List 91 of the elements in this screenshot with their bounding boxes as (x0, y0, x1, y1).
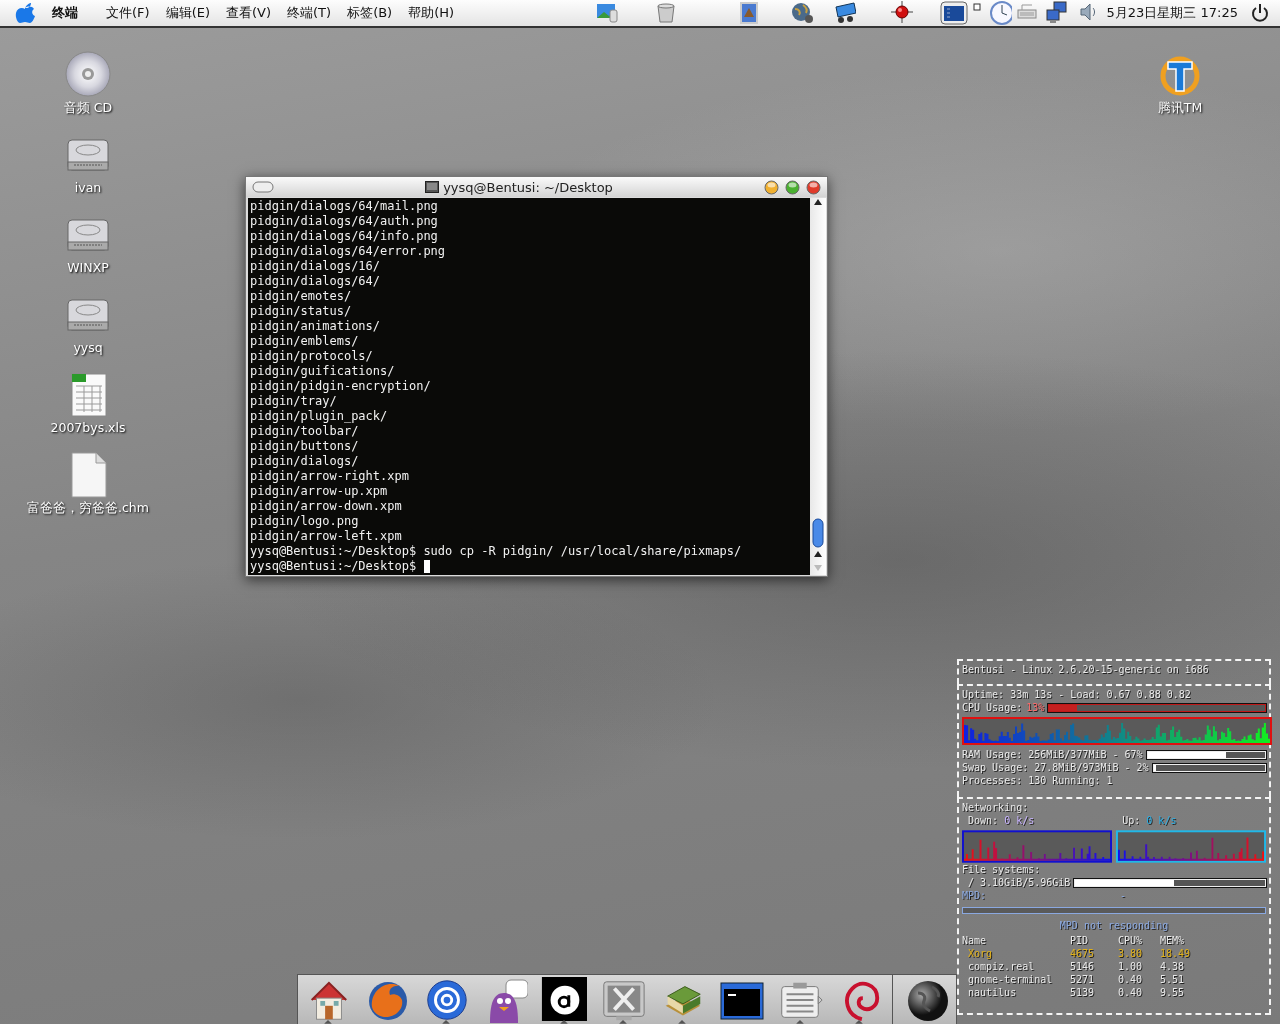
window-icon[interactable] (939, 1, 968, 25)
disk-usage-text: / 3.10GiB/5.96GiB (968, 876, 1071, 889)
close-button[interactable] (806, 179, 821, 195)
process-cell-text: 1.00 (1118, 960, 1144, 973)
trash-icon[interactable] (654, 1, 677, 25)
column-header: Name (962, 934, 988, 947)
terminal-line: pidgin/emblems/ (250, 334, 359, 349)
terminal-icon (425, 181, 440, 193)
process-cell-text: 5146 (1070, 960, 1096, 973)
process-cell-text: 18.49 (1160, 947, 1192, 960)
menu-item[interactable]: 帮助(H) (406, 2, 457, 24)
network-icon[interactable] (1045, 1, 1068, 25)
terminal-line: pidgin/emotes/ (250, 289, 352, 304)
terminal-line: pidgin/animations/ (250, 319, 381, 334)
processes-text: Processes: 130 Running: 1 (962, 774, 1114, 787)
process-cell-text: Xorg (967, 947, 994, 960)
terminal-line: pidgin/logo.png (250, 514, 359, 529)
terminal-line: pidgin/arrow-up.xpm (250, 484, 388, 499)
process-cell-text: compiz.real (967, 960, 1036, 973)
process-cell-text: 4.38 (1160, 960, 1186, 973)
menu-item[interactable]: 查看(V) (224, 2, 274, 24)
letter-a-icon[interactable] (540, 977, 587, 1022)
scroll-thumb[interactable] (812, 518, 824, 548)
ram-usage-text: RAM Usage: 256MiB/377MiB - 67% (962, 748, 1143, 761)
column-header: CPU% (1118, 934, 1144, 947)
cpu-value: 13% (1026, 701, 1045, 714)
terminal-line: pidgin/arrow-down.xpm (250, 499, 402, 514)
shade-button-icon[interactable] (252, 181, 274, 193)
cd-icon[interactable] (64, 50, 112, 98)
apple-logo-icon[interactable] (15, 2, 35, 24)
process-cell-text: 9.55 (1160, 986, 1186, 999)
process-cell-text: 5271 (1070, 973, 1096, 986)
terminal-line: pidgin/guifications/ (250, 364, 395, 379)
scroll-up-icon[interactable] (813, 550, 823, 558)
mpd-value: - (1120, 889, 1127, 902)
menu-item[interactable]: 文件(F) (104, 2, 152, 24)
menu-item[interactable]: 标签(B) (345, 2, 395, 24)
process-cell-text: 0.40 (1118, 986, 1144, 999)
swap-usage-text: Swap Usage: 27.8MiB/973MiB - 2% (962, 761, 1149, 774)
process-cell-text: 0.40 (1118, 973, 1144, 986)
uptime-text: Uptime: 33m 13s - Load: 0.67 0.88 0.82 (962, 688, 1192, 701)
terminal-line: pidgin/dialogs/64/ (250, 274, 381, 289)
cursor (424, 560, 431, 573)
menu-item[interactable]: 编辑(E) (163, 2, 212, 24)
image-icon[interactable] (595, 1, 618, 25)
icon-label[interactable]: 富爸爸，穷爸爸.chm (27, 500, 149, 517)
maximize-button[interactable] (785, 179, 800, 195)
terminal-line: yysq@Bentusi:~/Desktop$ sudo cp -R pidgin/ /usr/local/share/pixmaps/ (250, 544, 742, 559)
process-cell-text: 3.80 (1118, 947, 1144, 960)
system-info: Bentusi - Linux 2.6.20-15-generic on i686 (962, 663, 1210, 676)
upload-speed: Up: 0 k/s (1122, 814, 1177, 827)
terminal-line: pidgin/dialogs/64/info.png (250, 229, 438, 244)
app-name[interactable]: 终端 (52, 4, 78, 22)
process-cell-text: 5139 (1070, 986, 1096, 999)
terminal-line: pidgin/arrow-right.xpm (250, 469, 409, 484)
terminal-line: pidgin/protocols/ (250, 349, 373, 364)
window-title: yysq@Bentusi: ~/Desktop (443, 179, 613, 195)
terminal-line: pidgin/dialogs/64/mail.png (250, 199, 438, 214)
minimize-button[interactable] (764, 179, 779, 195)
stamp-icon[interactable] (737, 1, 760, 25)
terminal-line: pidgin/toolbar/ (250, 424, 359, 439)
terminal-line: pidgin/status/ (250, 304, 352, 319)
download-speed: Down: 0 k/s (968, 814, 1035, 827)
process-cell-text: 5.51 (1160, 973, 1186, 986)
cpu-label: CPU Usage: (962, 701, 1023, 714)
column-header: MEM% (1160, 934, 1186, 947)
process-cell-text: nautilus (967, 986, 1018, 999)
mpd-status: MPD not responding (1058, 919, 1170, 932)
terminal-line: pidgin/tray/ (250, 394, 337, 409)
terminal-line: pidgin/dialogs/64/auth.png (250, 214, 438, 229)
scrollbar[interactable] (810, 198, 826, 575)
power-icon[interactable] (1251, 3, 1269, 23)
filesystems-label: File systems: (962, 863, 1042, 876)
column-header: PID (1070, 934, 1090, 947)
networking-label: Networking: (962, 801, 1030, 814)
terminal-line: pidgin/arrow-left.xpm (250, 529, 402, 544)
terminal-line: yysq@Bentusi:~/Desktop$ (250, 559, 417, 574)
terminal-line: pidgin/buttons/ (250, 439, 359, 454)
terminal-line: pidgin/dialogs/16/ (250, 259, 381, 274)
process-cell-text: gnome-terminal (967, 973, 1054, 986)
globe-icon[interactable] (790, 1, 813, 25)
terminal-line: pidgin/pidgin-encryption/ (250, 379, 431, 394)
terminal-line: pidgin/dialogs/64/error.png (250, 244, 446, 259)
target-icon[interactable] (890, 1, 913, 25)
terminal-line: pidgin/dialogs/ (250, 454, 359, 469)
clock[interactable]: 5月23日星期三 17:25 (1106, 4, 1238, 22)
mpd-label: MPD: (962, 889, 987, 902)
menu-item[interactable]: 终端(T) (285, 2, 334, 24)
terminal-line: pidgin/plugin_pack/ (250, 409, 388, 424)
process-cell-text: 4675 (1070, 947, 1096, 960)
clock-icon[interactable] (989, 1, 1012, 25)
